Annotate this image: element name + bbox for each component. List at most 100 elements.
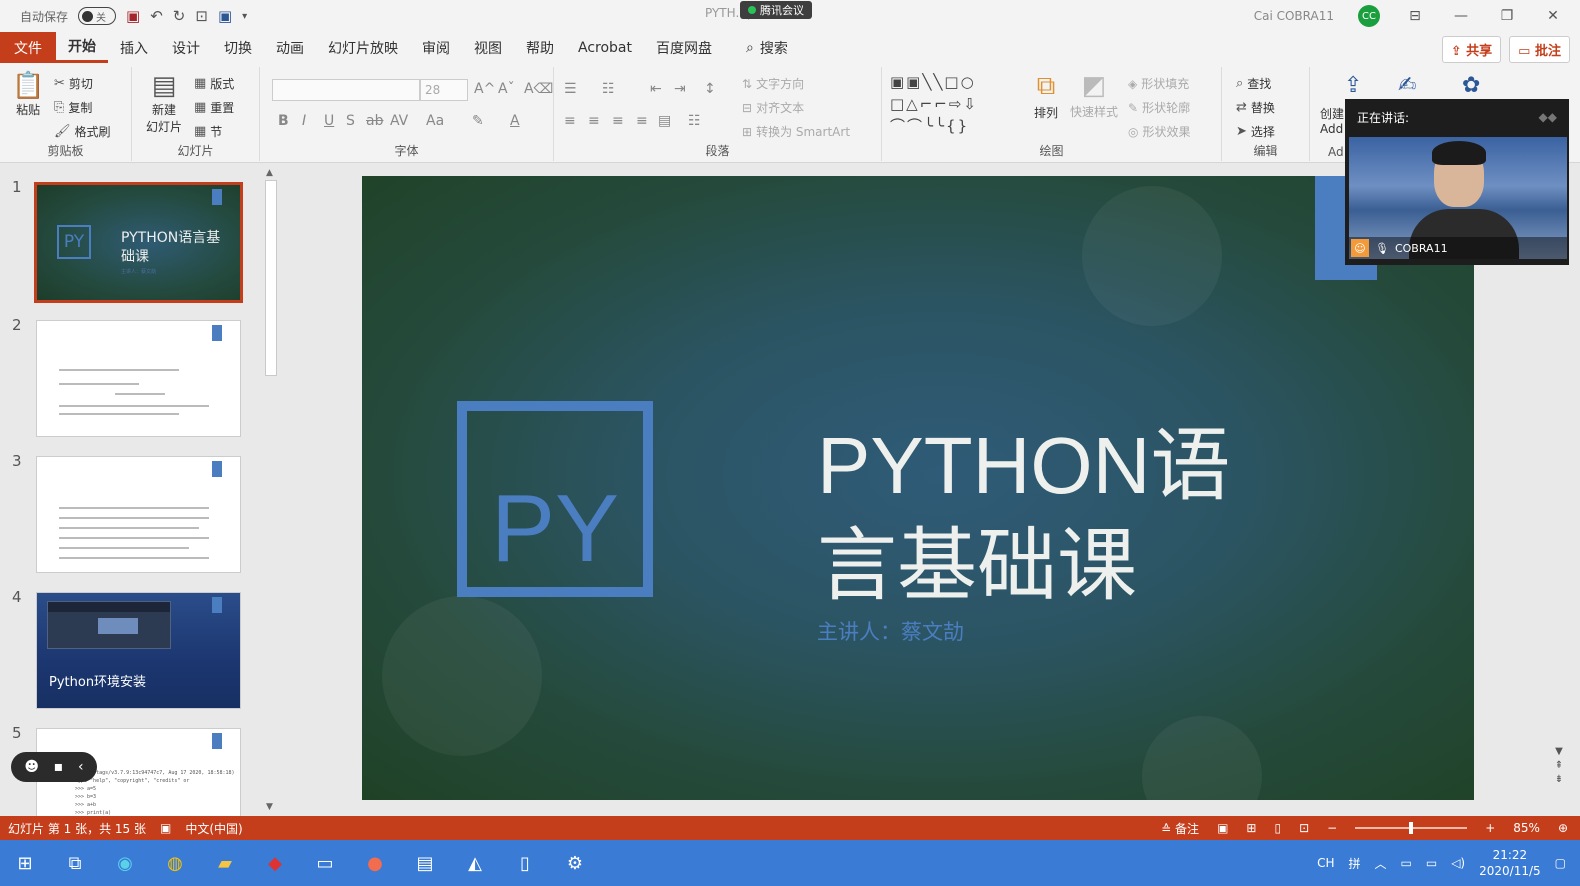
tab-animations[interactable]: 动画 [264,32,316,63]
next-slide-icon[interactable]: ⇟ [1550,773,1568,787]
zoom-out-icon[interactable]: − [1327,821,1337,835]
zoom-knob[interactable] [1409,822,1414,834]
create-pdf-button[interactable]: 创建 Add [1320,105,1344,136]
numbering-icon[interactable]: ☷ [602,81,615,97]
tray-expand-icon[interactable]: ︿ [1375,855,1387,872]
slide-thumbnail-4[interactable]: Python环境安装 [36,592,241,709]
app-icon[interactable]: ◆ [250,853,300,874]
arrange-button[interactable]: ⧉ 排列 [1034,71,1058,121]
tab-baidu-netdisk[interactable]: 百度网盘 [644,32,724,63]
accessibility-icon[interactable]: ▣ [160,821,171,835]
redo-icon[interactable]: ↻ [173,7,186,25]
tab-help[interactable]: 帮助 [514,32,566,63]
thumbnails-scrollbar[interactable]: ▲ ▼ [262,164,278,816]
scroll-down-icon[interactable]: ▼ [1550,745,1568,759]
autosave-toggle[interactable]: 关 [78,7,117,25]
increase-indent-icon[interactable]: ⇥ [674,81,686,97]
scroll-down-icon[interactable]: ▼ [266,802,273,812]
shadow-button[interactable]: S [346,113,355,129]
zoom-level[interactable]: 85% [1513,821,1540,835]
change-case-button[interactable]: Aa [426,113,444,129]
search-box[interactable]: ⌕ 搜索 [746,38,788,58]
save-icon[interactable]: ▣ [126,7,140,25]
distributed-icon[interactable]: ▤ [658,113,671,129]
select-button[interactable]: ➤ 选择 [1236,123,1275,140]
align-center-icon[interactable]: ≡ [588,113,600,129]
tab-acrobat[interactable]: Acrobat [566,32,644,63]
columns-icon[interactable]: ☷ [688,113,701,129]
volume-icon[interactable]: ◁) [1451,856,1465,870]
tab-file[interactable]: 文件 [0,32,56,63]
shape-effects-button[interactable]: ◎ 形状效果 [1128,123,1191,140]
slide-thumbnail-1[interactable]: PY PYTHON语言基础课 主讲人：蔡文劼 [34,182,243,303]
undo-icon[interactable]: ↶ [150,7,163,25]
notification-icon[interactable]: ▢ [1555,856,1566,870]
zoom-in-icon[interactable]: + [1485,821,1495,835]
screen-icon[interactable]: ▣ [218,7,232,25]
powerpoint-icon[interactable]: ● [350,853,400,874]
strikethrough-button[interactable]: ab [366,113,383,129]
ime-language[interactable]: CH [1317,856,1334,870]
comment-button[interactable]: ▭ 批注 [1509,36,1570,63]
language-label[interactable]: 中文(中国) [185,820,242,837]
clear-format-icon[interactable]: A⌫ [524,81,553,97]
user-avatar[interactable]: CC [1358,5,1380,27]
slide-canvas[interactable]: PY PYTHON语 言基础课 主讲人：蔡文劼 [362,176,1474,800]
collapse-icon[interactable]: ‹ [78,759,84,775]
font-size-combo[interactable]: 28 [420,79,468,101]
zoom-slider[interactable] [1355,822,1468,834]
present-from-start-icon[interactable]: ⊡ [195,7,208,25]
shrink-font-icon[interactable]: Aˇ [498,81,515,97]
tab-home[interactable]: 开始 [56,32,108,63]
align-text-button[interactable]: ⊟ 对齐文本 [742,99,804,116]
tab-design[interactable]: 设计 [160,32,212,63]
reading-view-icon[interactable]: ▯ [1274,821,1281,835]
format-painter-button[interactable]: 🖌 格式刷 [54,123,111,140]
find-button[interactable]: ⌕ 查找 [1236,75,1271,92]
normal-view-icon[interactable]: ▣ [1217,821,1228,835]
fit-slide-icon[interactable]: ⊕ [1558,821,1568,835]
text-direction-button[interactable]: ⇅ 文字方向 [742,75,804,92]
paste-button[interactable]: 📋 粘贴 [12,71,44,118]
tab-transitions[interactable]: 切换 [212,32,264,63]
italic-button[interactable]: I [302,113,306,129]
tab-review[interactable]: 审阅 [410,32,462,63]
close-icon[interactable]: ✕ [1542,8,1564,24]
ribbon-display-icon[interactable]: ⊟ [1404,8,1426,24]
pdf-export-icon[interactable]: ⇪ [1344,73,1362,98]
cut-button[interactable]: ✂ 剪切 [54,75,93,92]
notes-button[interactable]: ≙ 备注 [1161,820,1199,837]
line-spacing-icon[interactable]: ↕ [704,81,716,97]
slide-thumbnail-3[interactable] [36,456,241,573]
network-icon[interactable]: ▭ [1401,856,1412,870]
reset-button[interactable]: ▦ 重置 [194,99,234,116]
ime-mode[interactable]: 拼 [1348,855,1360,872]
scroll-up-icon[interactable]: ▲ [266,168,273,178]
replace-button[interactable]: ⇄ 替换 [1236,99,1275,116]
shape-fill-button[interactable]: ◈ 形状填充 [1128,75,1189,92]
slideshow-icon[interactable]: ⊡ [1299,821,1309,835]
layout-button[interactable]: ▦ 版式 [194,75,234,92]
slide-thumbnail-2[interactable] [36,320,241,437]
char-spacing-button[interactable]: AV [390,113,408,129]
outlook-icon[interactable]: ▤ [400,853,450,874]
customize-qat-icon[interactable]: ▾ [242,11,247,22]
remote-desktop-icon[interactable]: ▭ [300,853,350,874]
decrease-indent-icon[interactable]: ⇤ [650,81,662,97]
new-slide-button[interactable]: ▤ 新建 幻灯片 [146,71,182,135]
font-name-combo[interactable] [272,79,420,101]
task-view-icon[interactable]: ⧉ [50,853,100,874]
emoji-icon[interactable]: ☻ [24,759,39,775]
file-explorer-icon[interactable]: ▰ [200,853,250,874]
document-icon[interactable]: ▯ [500,853,550,874]
shape-outline-button[interactable]: ✎ 形状轮廓 [1128,99,1190,116]
meeting-badge[interactable]: 腾讯会议 [740,1,812,19]
windows-start-icon[interactable]: ⊞ [0,853,50,874]
font-color-icon[interactable]: A [510,113,520,129]
minimize-icon[interactable]: — [1450,8,1472,24]
battery-icon[interactable]: ▭ [1426,856,1437,870]
share-button[interactable]: ⇪ 共享 [1441,36,1502,63]
align-right-icon[interactable]: ≡ [612,113,624,129]
tencent-meeting-icon[interactable]: ◭ [450,853,500,874]
tab-insert[interactable]: 插入 [108,32,160,63]
